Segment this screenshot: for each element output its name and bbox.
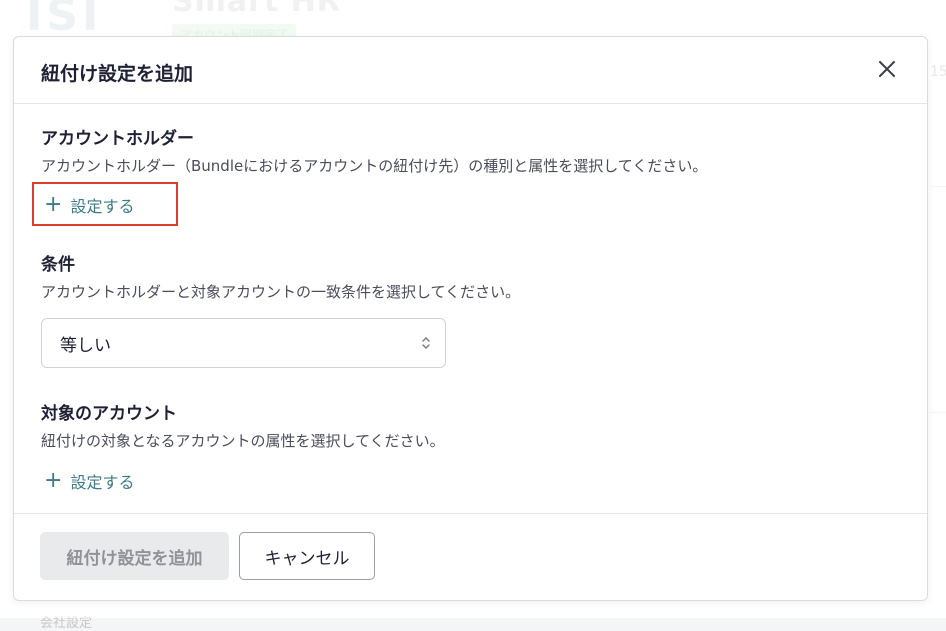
account-holder-description: アカウントホルダー（Bundleにおけるアカウントの紐付け先）の種別と属性を選択… bbox=[41, 157, 708, 175]
plus-icon: + bbox=[44, 192, 63, 217]
condition-description: アカウントホルダーと対象アカウントの一致条件を選択してください。 bbox=[41, 283, 521, 301]
account-holder-add-label: 設定する bbox=[70, 197, 135, 216]
cancel-button[interactable]: キャンセル bbox=[239, 532, 375, 580]
account-holder-title: アカウントホルダー bbox=[41, 129, 194, 149]
condition-section: 条件 アカウントホルダーと対象アカウントの一致条件を選択してください。 bbox=[41, 254, 520, 302]
condition-title: 条件 bbox=[41, 255, 75, 275]
modal-header: 紐付け設定を追加 bbox=[14, 37, 927, 104]
account-holder-add-button[interactable]: + 設定する bbox=[44, 193, 134, 217]
add-link-setting-modal: 紐付け設定を追加 アカウントホルダー アカウントホルダー（Bundleにおけるア… bbox=[13, 36, 928, 601]
target-account-add-button[interactable]: + 設定する bbox=[44, 469, 134, 493]
target-account-add-label: 設定する bbox=[70, 473, 135, 492]
condition-select[interactable]: 等しい bbox=[41, 318, 446, 368]
account-holder-section: アカウントホルダー アカウントホルダー（Bundleにおけるアカウントの紐付け先… bbox=[41, 128, 707, 176]
target-account-section: 対象のアカウント 紐付けの対象となるアカウントの属性を選択してください。 bbox=[41, 403, 445, 451]
plus-icon: + bbox=[44, 468, 63, 493]
close-icon[interactable] bbox=[877, 59, 897, 79]
add-link-setting-button[interactable]: 紐付け設定を追加 bbox=[40, 532, 229, 580]
modal-title: 紐付け設定を追加 bbox=[41, 63, 194, 85]
modal-footer: 紐付け設定を追加 キャンセル bbox=[14, 513, 927, 600]
target-account-title: 対象のアカウント bbox=[41, 404, 177, 424]
target-account-description: 紐付けの対象となるアカウントの属性を選択してください。 bbox=[41, 432, 445, 450]
chevron-up-down-icon bbox=[421, 334, 431, 352]
condition-selected-value: 等しい bbox=[60, 335, 111, 356]
